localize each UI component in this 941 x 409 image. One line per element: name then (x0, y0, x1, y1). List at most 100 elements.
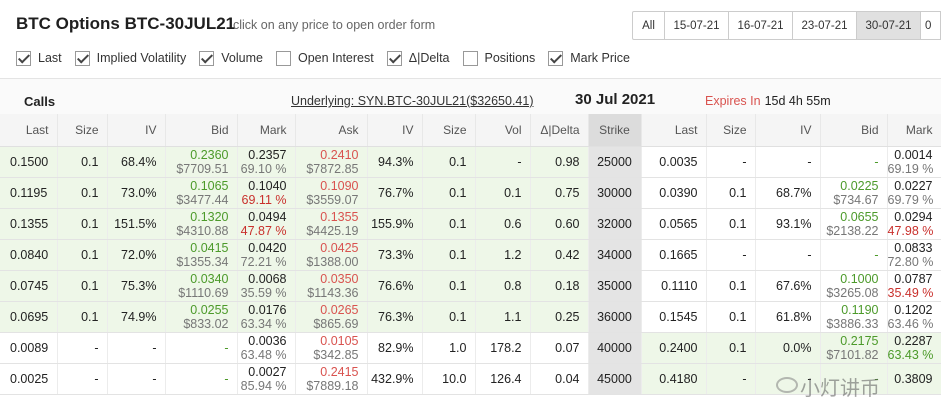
call-last-cell: 0.0745 (0, 270, 58, 302)
call-ask-cell[interactable]: 0.0105 $342.85 (295, 332, 368, 364)
call-bid-cell[interactable]: 0.0340 $1110.69 (165, 270, 238, 302)
call-ask-cell[interactable]: 0.1090 $3559.07 (295, 177, 368, 209)
put-bid-cell[interactable]: 0.0655 $2138.22 (820, 208, 888, 240)
call-bid-iv-cell: - (107, 332, 166, 364)
call-mark-value: 0.0176 (248, 303, 287, 317)
put-bid-cell[interactable]: 0.1000 $3265.08 (820, 270, 888, 302)
put-bid-value[interactable]: 0.2175 (821, 334, 878, 348)
call-last-cell: 0.1195 (0, 177, 58, 209)
toggle-positions[interactable]: Positions (462, 50, 535, 66)
call-ask-cell[interactable]: 0.0265 $865.69 (295, 301, 368, 333)
checkbox-unchecked-icon[interactable] (462, 50, 478, 66)
put-bid-cell[interactable]: 0.0225 $734.67 (820, 177, 888, 209)
toggle-mark-price[interactable]: Mark Price (548, 50, 630, 66)
checkbox-checked-icon[interactable] (199, 50, 215, 66)
call-bid-cell[interactable]: 0.1320 $4310.88 (165, 208, 238, 240)
put-bid-cell[interactable]: 0.1190 $3886.33 (820, 301, 888, 333)
call-bid-value[interactable]: - (166, 341, 228, 355)
call-bid-cell[interactable]: 0.0415 $1355.34 (165, 239, 238, 271)
call-bid-cell[interactable]: 0.2360 $7709.51 (165, 146, 238, 178)
put-mark-cell: 0.0787 35.49 % (887, 270, 941, 302)
call-ask-value[interactable]: 0.0105 (296, 334, 358, 348)
put-bid-value[interactable]: - (821, 155, 878, 169)
call-bid-iv-cell: - (107, 363, 166, 395)
call-ask-cell[interactable]: 0.2415 $7889.18 (295, 363, 368, 395)
call-ask-subvalue: $1388.00 (306, 255, 359, 269)
call-bid-cell[interactable]: 0.1065 $3477.44 (165, 177, 238, 209)
underlying-link[interactable]: Underlying: SYN.BTC-30JUL21($32650.41) (291, 94, 534, 108)
put-mark-subvalue: 47.98 % (887, 224, 934, 238)
call-mark-cell: 0.2357 69.10 % (237, 146, 296, 178)
put-bid-iv-cell: - (755, 146, 821, 178)
toggle-label: Mark Price (570, 51, 630, 65)
put-bid-value[interactable]: 0.1190 (821, 303, 878, 317)
checkbox-checked-icon[interactable] (386, 50, 402, 66)
table-row: 0.1500 0.1 68.4% 0.2360 $7709.51 0.2357 69.10 … (0, 146, 941, 178)
call-ask-iv-cell: 82.9% (367, 332, 423, 364)
toggle-label: Open Interest (297, 51, 374, 65)
call-bid-value[interactable]: 0.0255 (166, 303, 228, 317)
column-header: Vol (475, 114, 531, 147)
put-bid-value[interactable]: 0.0655 (821, 210, 878, 224)
call-bid-value[interactable]: 0.1065 (166, 179, 228, 193)
checkbox-checked-icon[interactable] (16, 50, 31, 66)
tab-all[interactable]: All (632, 11, 665, 40)
call-bid-size-cell: 0.1 (57, 239, 108, 271)
tab-15-07-21[interactable]: 15-07-21 (665, 11, 729, 40)
call-bid-cell[interactable]: 0.0255 $833.02 (165, 301, 238, 333)
call-mark-value: 0.1040 (248, 179, 287, 193)
put-bid-value[interactable]: - (821, 248, 878, 262)
info-bar: Calls Underlying: SYN.BTC-30JUL21($32650… (0, 78, 941, 114)
call-ask-value[interactable]: 0.0265 (296, 303, 358, 317)
call-bid-value[interactable]: 0.1320 (166, 210, 228, 224)
call-ask-cell[interactable]: 0.2410 $7872.85 (295, 146, 368, 178)
call-bid-value[interactable]: 0.0415 (166, 241, 228, 255)
call-bid-cell[interactable]: - (165, 332, 238, 364)
tab-next-truncated[interactable]: 0 (921, 11, 941, 40)
toggle-delta[interactable]: Δ|Delta (386, 50, 450, 66)
call-delta-cell: 0.04 (530, 363, 589, 395)
call-ask-cell[interactable]: 0.0425 $1388.00 (295, 239, 368, 271)
put-bid-value[interactable]: 0.1000 (821, 272, 878, 286)
put-bid-cell[interactable]: - (820, 146, 888, 178)
checkbox-checked-icon[interactable] (74, 50, 90, 66)
call-ask-iv-cell: 155.9% (367, 208, 423, 240)
call-ask-cell[interactable]: 0.0350 $1143.36 (295, 270, 368, 302)
put-mark-subvalue: 69.19 % (887, 162, 934, 176)
put-bid-value[interactable]: 0.0225 (821, 179, 878, 193)
put-bid-size-cell: 0.1 (706, 177, 756, 209)
put-mark-cell: 0.3809 (887, 363, 941, 395)
call-bid-value[interactable]: - (166, 372, 228, 386)
call-ask-iv-cell: 76.3% (367, 301, 423, 333)
tab-30-07-21[interactable]: 30-07-21 (857, 11, 921, 40)
tab-16-07-21[interactable]: 16-07-21 (729, 11, 793, 40)
tab-23-07-21[interactable]: 23-07-21 (793, 11, 857, 40)
call-ask-cell[interactable]: 0.1355 $4425.19 (295, 208, 368, 240)
put-bid-cell[interactable]: - (820, 239, 888, 271)
put-bid-size-cell: - (706, 363, 756, 395)
toggle-volume[interactable]: Volume (199, 50, 263, 66)
call-bid-value[interactable]: 0.2360 (166, 148, 228, 162)
put-mark-subvalue: 35.49 % (887, 286, 934, 300)
call-ask-value[interactable]: 0.2415 (296, 365, 358, 379)
call-bid-value[interactable]: 0.0340 (166, 272, 228, 286)
toggle-open-interest[interactable]: Open Interest (275, 50, 374, 66)
call-bid-cell[interactable]: - (165, 363, 238, 395)
checkbox-unchecked-icon[interactable] (275, 50, 291, 66)
toggle-last[interactable]: Last (16, 50, 62, 66)
put-mark-value: 0.0227 (894, 179, 933, 193)
put-mark-subvalue: 63.43 % (887, 348, 934, 362)
column-header: Δ|Delta (530, 114, 589, 147)
call-ask-subvalue: $3559.07 (306, 193, 359, 207)
call-ask-value[interactable]: 0.1090 (296, 179, 358, 193)
checkbox-checked-icon[interactable] (548, 50, 564, 66)
put-last-cell: 0.0565 (641, 208, 707, 240)
put-bid-cell[interactable]: 0.2175 $7101.82 (820, 332, 888, 364)
put-bid-iv-cell: 0.0% (755, 332, 821, 364)
call-ask-value[interactable]: 0.1355 (296, 210, 358, 224)
call-ask-value[interactable]: 0.2410 (296, 148, 358, 162)
toggle-implied-volatility[interactable]: Implied Volatility (74, 50, 186, 66)
call-ask-value[interactable]: 0.0350 (296, 272, 358, 286)
call-last-cell: 0.1355 (0, 208, 58, 240)
call-ask-value[interactable]: 0.0425 (296, 241, 358, 255)
